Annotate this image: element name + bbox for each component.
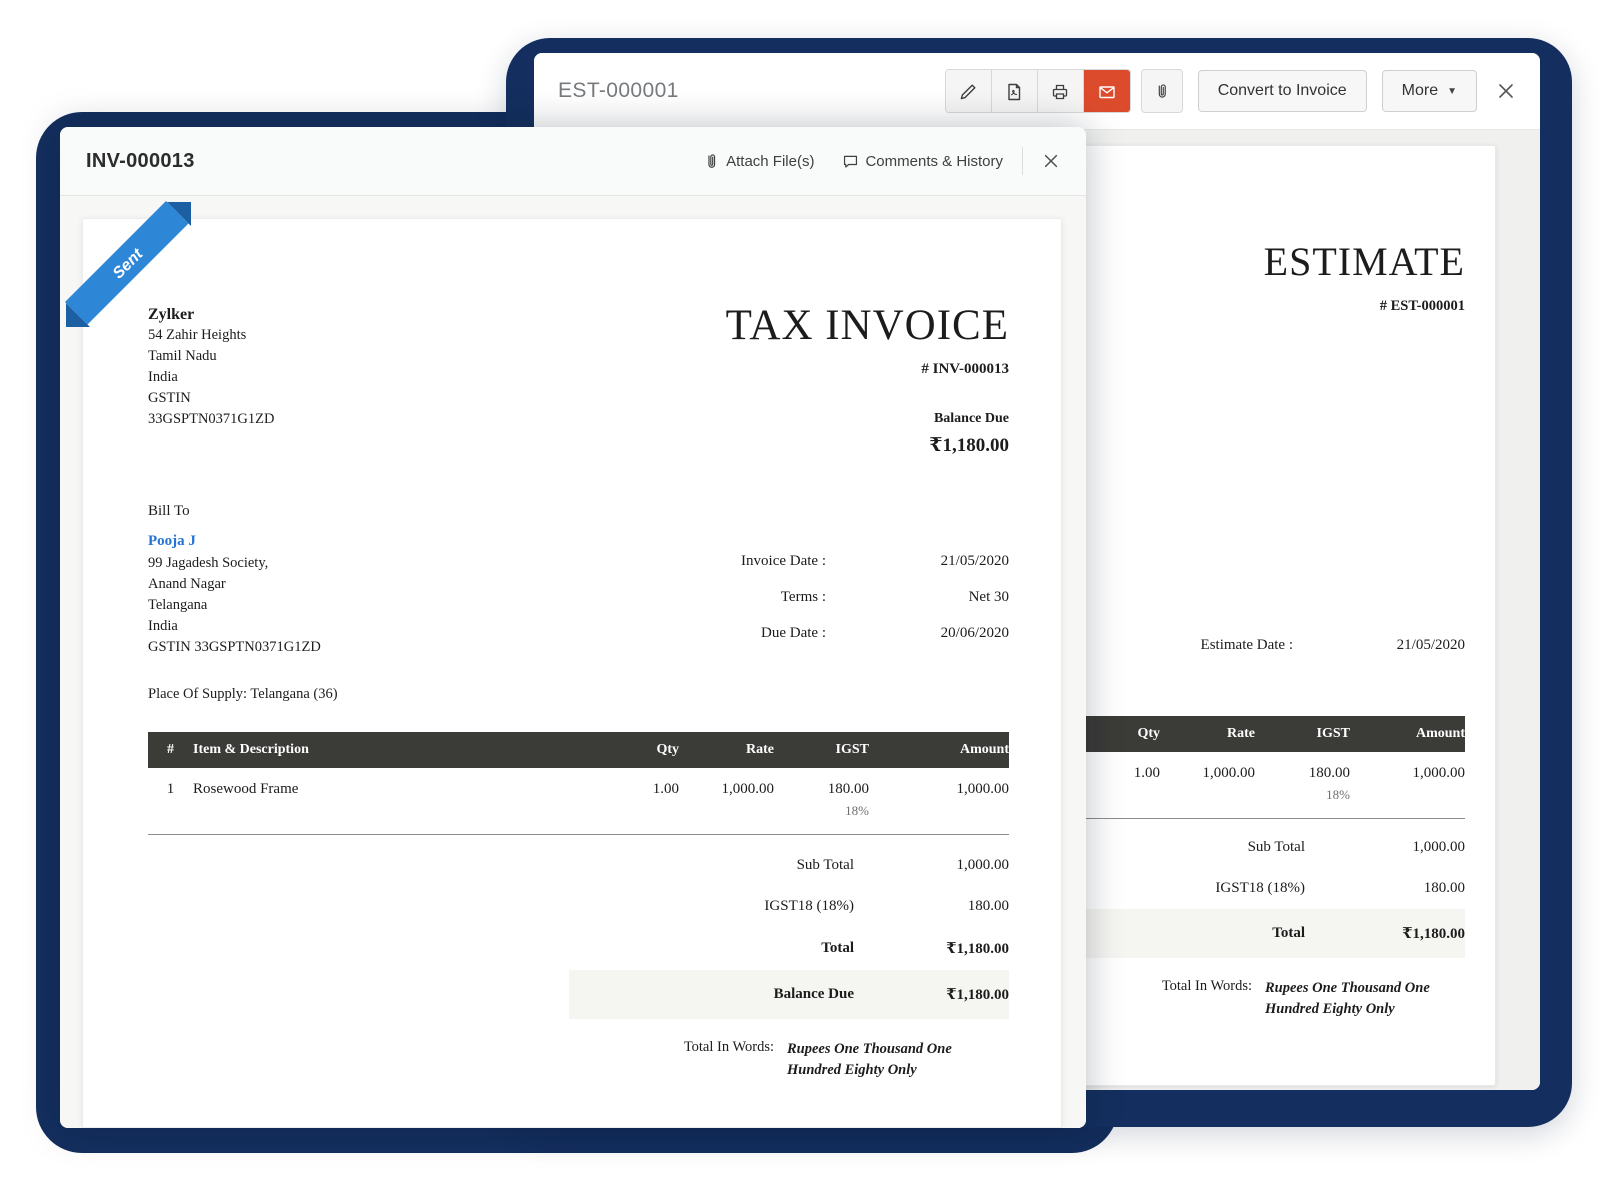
comments-history-link[interactable]: Comments & History: [842, 153, 1003, 170]
close-icon: [1042, 152, 1060, 170]
col-rate: Rate: [679, 742, 774, 758]
cell-num: 1: [148, 781, 193, 798]
terms-row: Terms : Net 30: [589, 589, 1009, 606]
col-rate: Rate: [1160, 726, 1255, 742]
cell-igst-pct: 18%: [774, 803, 869, 819]
envelope-icon: [1097, 82, 1117, 102]
pencil-icon: [958, 82, 978, 102]
invoice-items-table: # Item & Description Qty Rate IGST Amoun…: [148, 732, 1009, 835]
col-igst: IGST: [774, 742, 869, 758]
cell-amount: 1,000.00: [869, 781, 1009, 798]
cell-qty: 1.00: [589, 781, 679, 798]
estimate-action-group: [945, 69, 1131, 113]
invoice-title: INV-000013: [86, 150, 703, 173]
invoice-dates-block: Invoice Date : 21/05/2020 Terms : Net 30…: [589, 553, 1009, 661]
cell-rate: 1,000.00: [679, 781, 774, 798]
total-row: Total ₹1,180.00: [569, 927, 1009, 970]
comments-history-label: Comments & History: [865, 153, 1003, 170]
bill-row: Bill To Pooja J 99 Jagadesh Society, Ana…: [148, 501, 1009, 661]
paperclip-icon: [703, 153, 720, 170]
table-divider: [148, 834, 1009, 835]
cell-igst-pct: 18%: [1255, 787, 1350, 803]
close-icon: [1496, 81, 1516, 101]
more-label: More: [1402, 82, 1438, 100]
print-button[interactable]: [1038, 70, 1084, 113]
invoice-doc-number: # INV-000013: [726, 361, 1009, 378]
customer-link[interactable]: Pooja J: [148, 531, 196, 552]
cell-igst: 180.00 18%: [1255, 765, 1350, 803]
estimate-date-label: Estimate Date :: [1201, 637, 1293, 654]
total-in-words-row: Total In Words: Rupees One Thousand One …: [569, 1039, 1009, 1081]
pdf-button[interactable]: [992, 70, 1038, 113]
attach-files-label: Attach File(s): [726, 153, 814, 170]
invoice-meta-block: TAX INVOICE # INV-000013 Balance Due ₹1,…: [726, 304, 1009, 457]
invoice-header: INV-000013 Attach File(s) Comments & His…: [60, 127, 1086, 196]
invoice-date-row: Invoice Date : 21/05/2020: [589, 553, 1009, 570]
invoice-window: INV-000013 Attach File(s) Comments & His…: [60, 127, 1086, 1128]
place-of-supply: Place Of Supply: Telangana (36): [148, 686, 1009, 703]
convert-to-invoice-label: Convert to Invoice: [1218, 82, 1347, 100]
cell-igst: 180.00 18%: [774, 781, 869, 819]
chevron-down-icon: ▼: [1447, 86, 1457, 97]
stage: EST-000001: [0, 0, 1600, 1200]
col-amount: Amount: [1350, 726, 1465, 742]
invoice-document: Sent Zylker 54 Zahir Heights Tamil Nadu …: [82, 218, 1062, 1128]
estimate-toolbar: EST-000001: [534, 53, 1540, 130]
col-desc: Item & Description: [193, 742, 589, 758]
col-qty: Qty: [1085, 726, 1160, 742]
attachments-button[interactable]: [1141, 69, 1183, 113]
invoice-totals: Sub Total 1,000.00 IGST18 (18%) 180.00 T…: [569, 845, 1009, 1081]
col-igst: IGST: [1255, 726, 1350, 742]
header-divider: [1022, 147, 1023, 175]
more-button[interactable]: More ▼: [1382, 70, 1477, 112]
cell-qty: 1.00: [1085, 765, 1160, 782]
invoice-table-row: 1 Rosewood Frame 1.00 1,000.00 180.00 18…: [148, 768, 1009, 819]
email-button[interactable]: [1084, 70, 1130, 113]
estimate-title: EST-000001: [558, 79, 945, 103]
invoice-doc-title: TAX INVOICE: [726, 304, 1009, 347]
balance-due-row: Balance Due ₹1,180.00: [569, 970, 1009, 1019]
pdf-file-icon: [1004, 82, 1024, 102]
balance-due-value: ₹1,180.00: [726, 434, 1009, 457]
col-amount: Amount: [869, 742, 1009, 758]
estimate-date-value: 21/05/2020: [1293, 637, 1465, 654]
estimate-close-button[interactable]: [1496, 81, 1516, 101]
invoice-close-button[interactable]: [1042, 152, 1060, 170]
sent-ribbon: Sent: [63, 199, 273, 409]
col-qty: Qty: [589, 742, 679, 758]
paperclip-icon: [1153, 82, 1171, 100]
bill-to-label: Bill To: [148, 501, 321, 522]
igst-row: IGST18 (18%) 180.00: [569, 886, 1009, 927]
subtotal-row: Sub Total 1,000.00: [569, 845, 1009, 886]
printer-icon: [1050, 82, 1070, 102]
invoice-table-header: # Item & Description Qty Rate IGST Amoun…: [148, 732, 1009, 768]
invoice-top-row: Zylker 54 Zahir Heights Tamil Nadu India…: [148, 304, 1009, 457]
bill-to-block: Bill To Pooja J 99 Jagadesh Society, Ana…: [148, 501, 321, 661]
col-num: #: [148, 742, 193, 758]
invoice-content-area: Sent Zylker 54 Zahir Heights Tamil Nadu …: [60, 196, 1086, 1128]
balance-due-label: Balance Due: [726, 411, 1009, 427]
cell-rate: 1,000.00: [1160, 765, 1255, 782]
cell-amount: 1,000.00: [1350, 765, 1465, 782]
convert-to-invoice-button[interactable]: Convert to Invoice: [1198, 70, 1367, 112]
comment-icon: [842, 153, 859, 170]
attach-files-link[interactable]: Attach File(s): [703, 153, 814, 170]
cell-desc: Rosewood Frame: [193, 781, 589, 798]
edit-button[interactable]: [946, 70, 992, 113]
due-date-row: Due Date : 20/06/2020: [589, 625, 1009, 642]
